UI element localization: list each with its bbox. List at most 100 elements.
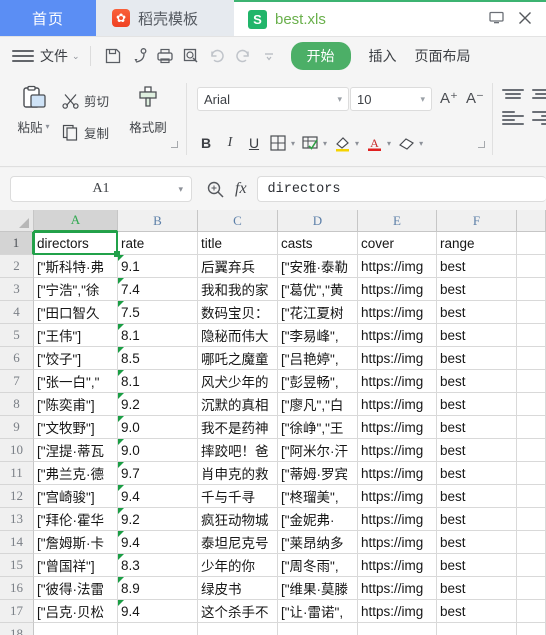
cell-F14[interactable]: best <box>437 531 517 554</box>
print-icon[interactable] <box>153 44 177 68</box>
row-header-13[interactable]: 13 <box>0 508 34 531</box>
row-header-17[interactable]: 17 <box>0 600 34 623</box>
cell-G3[interactable] <box>517 278 546 301</box>
align-middle-icon[interactable] <box>532 87 546 101</box>
row-header-1[interactable]: 1 <box>0 232 34 255</box>
cell-F8[interactable]: best <box>437 393 517 416</box>
cell-D15[interactable]: ["周冬雨", <box>278 554 358 577</box>
cell-D1[interactable]: casts <box>278 232 358 255</box>
cell-E16[interactable]: https://img <box>358 577 437 600</box>
select-all-corner[interactable] <box>0 210 34 232</box>
cell-B15[interactable]: 8.3 <box>118 554 198 577</box>
tab-insert[interactable]: 插入 <box>369 46 397 66</box>
cell-C10[interactable]: 摔跤吧！爸 <box>198 439 278 462</box>
cell-F13[interactable]: best <box>437 508 517 531</box>
align-top-icon[interactable] <box>502 87 524 101</box>
increase-font-size-button[interactable]: A⁺ <box>440 89 458 107</box>
cell-D11[interactable]: ["蒂姆·罗宾 <box>278 462 358 485</box>
bold-button[interactable]: B <box>194 131 218 155</box>
row-header-4[interactable]: 4 <box>0 301 34 324</box>
name-box[interactable]: A1 ▾ <box>10 176 192 202</box>
save-icon[interactable] <box>101 44 125 68</box>
row-header-16[interactable]: 16 <box>0 577 34 600</box>
share-icon[interactable] <box>127 44 151 68</box>
cell-B14[interactable]: 9.4 <box>118 531 198 554</box>
undo-icon[interactable] <box>205 44 229 68</box>
row-header-5[interactable]: 5 <box>0 324 34 347</box>
cell-F18[interactable] <box>437 623 517 635</box>
cell-E9[interactable]: https://img <box>358 416 437 439</box>
print-preview-icon[interactable] <box>179 44 203 68</box>
row-header-7[interactable]: 7 <box>0 370 34 393</box>
cell-A3[interactable]: ["宁浩","徐 <box>34 278 118 301</box>
cell-E1[interactable]: cover <box>358 232 437 255</box>
cell-B6[interactable]: 8.5 <box>118 347 198 370</box>
cell-F4[interactable]: best <box>437 301 517 324</box>
cell-F3[interactable]: best <box>437 278 517 301</box>
cell-F16[interactable]: best <box>437 577 517 600</box>
cell-F17[interactable]: best <box>437 600 517 623</box>
cell-A13[interactable]: ["拜伦·霍华 <box>34 508 118 531</box>
cell-C9[interactable]: 我不是药神 <box>198 416 278 439</box>
cell-E12[interactable]: https://img <box>358 485 437 508</box>
underline-button[interactable]: U <box>242 131 266 155</box>
cell-D18[interactable] <box>278 623 358 635</box>
cell-C14[interactable]: 泰坦尼克号 <box>198 531 278 554</box>
cell-F2[interactable]: best <box>437 255 517 278</box>
table-style-caret-icon[interactable]: ▾ <box>323 139 327 148</box>
font-color-icon[interactable]: A <box>362 131 386 155</box>
cell-D9[interactable]: ["徐峥","王 <box>278 416 358 439</box>
cell-E13[interactable]: https://img <box>358 508 437 531</box>
cell-E18[interactable] <box>358 623 437 635</box>
hamburger-icon[interactable] <box>12 50 34 62</box>
cell-C8[interactable]: 沉默的真相 <box>198 393 278 416</box>
cell-C3[interactable]: 我和我的家 <box>198 278 278 301</box>
cell-B18[interactable] <box>118 623 198 635</box>
cell-D4[interactable]: ["花江夏树 <box>278 301 358 324</box>
cell-A9[interactable]: ["文牧野"] <box>34 416 118 439</box>
column-header-blank[interactable] <box>517 210 546 232</box>
cell-C12[interactable]: 千与千寻 <box>198 485 278 508</box>
minimize-icon[interactable] <box>489 11 504 27</box>
cell-C5[interactable]: 隐秘而伟大 <box>198 324 278 347</box>
row-header-11[interactable]: 11 <box>0 462 34 485</box>
cell-E8[interactable]: https://img <box>358 393 437 416</box>
cell-D14[interactable]: ["莱昂纳多 <box>278 531 358 554</box>
cell-D2[interactable]: ["安雅·泰勒 <box>278 255 358 278</box>
cell-G5[interactable] <box>517 324 546 347</box>
cell-A15[interactable]: ["曾国祥"] <box>34 554 118 577</box>
cell-F6[interactable]: best <box>437 347 517 370</box>
cell-D12[interactable]: ["柊瑠美", <box>278 485 358 508</box>
cell-G13[interactable] <box>517 508 546 531</box>
cell-G12[interactable] <box>517 485 546 508</box>
tab-home[interactable]: 首页 <box>0 0 96 36</box>
cell-G6[interactable] <box>517 347 546 370</box>
cell-F7[interactable]: best <box>437 370 517 393</box>
cell-A11[interactable]: ["弗兰克·德 <box>34 462 118 485</box>
customize-toolbar-caret-icon[interactable] <box>257 44 281 68</box>
cell-D8[interactable]: ["廖凡","白 <box>278 393 358 416</box>
cell-G10[interactable] <box>517 439 546 462</box>
cell-F5[interactable]: best <box>437 324 517 347</box>
italic-button[interactable]: I <box>218 131 242 155</box>
decrease-font-size-button[interactable]: A⁻ <box>466 89 484 107</box>
row-header-12[interactable]: 12 <box>0 485 34 508</box>
cell-E11[interactable]: https://img <box>358 462 437 485</box>
cell-G16[interactable] <box>517 577 546 600</box>
cell-E15[interactable]: https://img <box>358 554 437 577</box>
row-header-14[interactable]: 14 <box>0 531 34 554</box>
clipboard-dialog-launcher-icon[interactable] <box>171 141 178 148</box>
cell-G8[interactable] <box>517 393 546 416</box>
cell-E6[interactable]: https://img <box>358 347 437 370</box>
font-size-select[interactable]: 10 ▾ <box>350 87 432 111</box>
cell-G18[interactable] <box>517 623 546 635</box>
tab-page-layout[interactable]: 页面布局 <box>415 46 471 66</box>
fill-color-caret-icon[interactable]: ▾ <box>355 139 359 148</box>
cell-A6[interactable]: ["饺子"] <box>34 347 118 370</box>
cell-E7[interactable]: https://img <box>358 370 437 393</box>
cell-F12[interactable]: best <box>437 485 517 508</box>
column-header-e[interactable]: E <box>358 210 437 232</box>
cell-C4[interactable]: 数码宝贝： <box>198 301 278 324</box>
cell-E17[interactable]: https://img <box>358 600 437 623</box>
cell-B12[interactable]: 9.4 <box>118 485 198 508</box>
